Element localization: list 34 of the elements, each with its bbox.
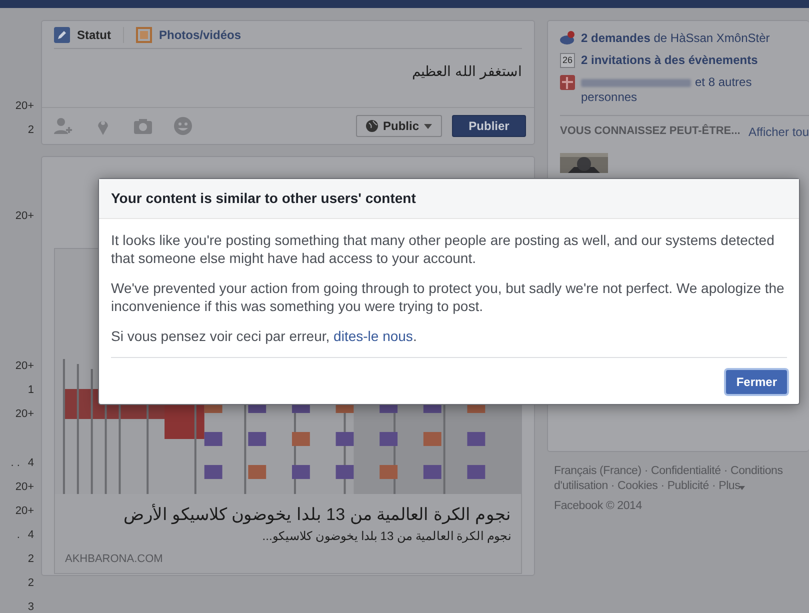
dialog-note: Si vous pensez voir ceci par erreur, dites-le nous. xyxy=(111,327,418,345)
audience-dropdown[interactable]: Public xyxy=(356,115,442,137)
count: 4 xyxy=(28,456,34,471)
request-text[interactable]: 2 invitations à des évènements xyxy=(581,53,758,68)
count: 20+ xyxy=(15,209,34,224)
composer-tab[interactable]: Photos/vidéos xyxy=(136,27,254,43)
count: 20+ xyxy=(15,504,34,519)
ellipsis: . xyxy=(16,528,20,543)
copyright: Facebook © 2014 xyxy=(554,499,643,514)
count: 2 xyxy=(28,576,34,591)
count: 1 xyxy=(28,383,34,398)
close-button[interactable]: Fermer xyxy=(726,370,787,394)
count: 20+ xyxy=(15,407,34,422)
status-input[interactable]: استغفر الله العظيم xyxy=(42,49,534,107)
request-text[interactable]: et 8 autres personnes xyxy=(581,75,809,105)
count: 4 xyxy=(28,528,34,543)
preview-title[interactable]: نجوم الكرة العالمية من 13 بلدا يخوضون كلاسيكو الأرض xyxy=(55,494,521,529)
report-link[interactable]: dites-le nous xyxy=(334,328,413,344)
count: 20+ xyxy=(15,99,34,114)
publish-button[interactable]: Publier xyxy=(452,115,526,137)
count: 3 xyxy=(28,600,34,613)
composer-tab[interactable]: Statut xyxy=(54,27,124,43)
count: 20+ xyxy=(15,480,34,495)
preview-domain: AKHBARONA.COM xyxy=(64,552,164,567)
request-text[interactable]: 2 demandes de HàSsan XmônStèr xyxy=(581,31,770,46)
ellipsis: . . xyxy=(10,456,20,471)
dialog-title: Your content is similar to other users' content xyxy=(99,179,799,219)
section-heading: VOUS CONNAISSEZ PEUT-ÊTRE... xyxy=(560,125,740,139)
count: 20+ xyxy=(15,359,34,374)
count: 2 xyxy=(28,552,34,567)
calendar-icon: 26 xyxy=(560,53,575,68)
preview-summary: نجوم الكرة العالمية من 13 بلدا يخوضون كلاسيكو... xyxy=(261,529,512,543)
count: 2 xyxy=(28,123,34,138)
see-all-link[interactable]: Afficher tou xyxy=(748,125,809,139)
